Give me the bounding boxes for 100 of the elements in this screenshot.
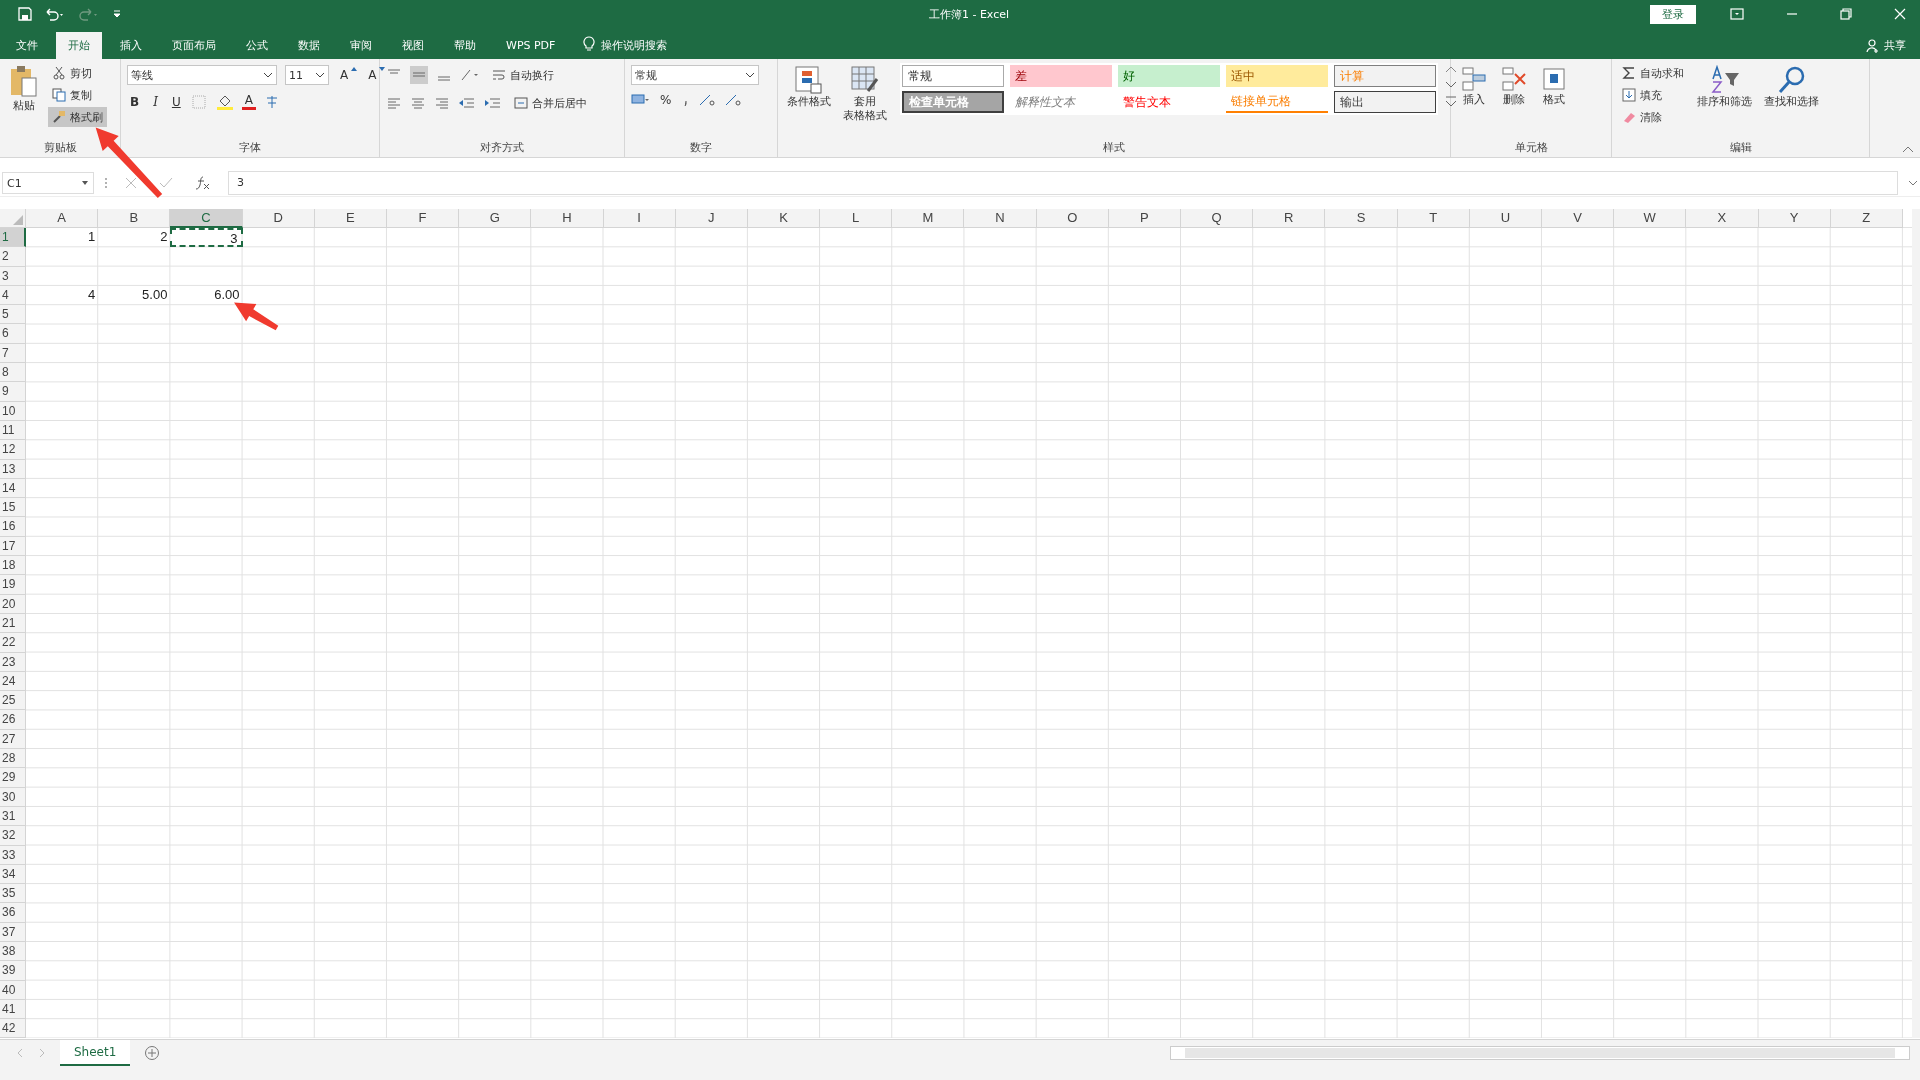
cells-button[interactable]: 插入 xyxy=(1457,63,1491,109)
ribbon-tab[interactable]: 开始 xyxy=(56,32,102,59)
close-icon[interactable] xyxy=(1894,8,1906,20)
sort-filter-button[interactable]: 排序和筛选 xyxy=(1694,63,1755,111)
column-header[interactable]: G xyxy=(459,209,532,228)
column-header[interactable]: Y xyxy=(1758,209,1831,228)
cells-button[interactable]: 删除 xyxy=(1497,63,1531,109)
row-header[interactable]: 14 xyxy=(0,478,26,499)
cell-style-option[interactable]: 输出 xyxy=(1334,91,1436,113)
row-header[interactable]: 29 xyxy=(0,768,26,788)
column-header[interactable]: Z xyxy=(1830,209,1903,228)
row-header[interactable]: 10 xyxy=(0,401,26,421)
ribbon-tab[interactable]: 视图 xyxy=(390,32,436,59)
row-header[interactable]: 6 xyxy=(0,324,26,344)
align-center-icon[interactable] xyxy=(410,96,426,110)
column-header[interactable]: N xyxy=(964,209,1037,228)
paste-button[interactable]: 粘贴 xyxy=(6,63,42,115)
row-header[interactable]: 30 xyxy=(0,787,26,807)
tell-me-search[interactable]: 操作说明搜索 xyxy=(601,32,668,59)
column-header[interactable]: H xyxy=(531,209,604,228)
drag-handle-icon[interactable] xyxy=(104,176,108,190)
fill-color-icon[interactable] xyxy=(215,93,234,110)
customize-caret-icon[interactable] xyxy=(112,9,122,19)
column-header[interactable]: S xyxy=(1325,209,1398,228)
lightbulb-icon[interactable] xyxy=(583,36,596,52)
number-format-field[interactable]: 常规 xyxy=(631,65,759,85)
column-header[interactable]: D xyxy=(242,209,315,228)
enter-check-icon[interactable] xyxy=(159,177,173,189)
ribbon-tab[interactable]: 帮助 xyxy=(442,32,488,59)
row-header[interactable]: 34 xyxy=(0,864,26,885)
column-header[interactable]: X xyxy=(1686,209,1759,228)
expand-formula-icon[interactable] xyxy=(1908,179,1918,187)
row-header[interactable]: 18 xyxy=(0,556,26,576)
find-select-button[interactable]: 查找和选择 xyxy=(1761,63,1822,111)
row-header[interactable]: 16 xyxy=(0,517,26,537)
row-header[interactable]: 17 xyxy=(0,536,26,557)
row-header[interactable]: 8 xyxy=(0,363,26,383)
ribbon-tab[interactable]: 公式 xyxy=(234,32,280,59)
font-size-field[interactable]: 11 xyxy=(285,65,329,85)
cell-style-option[interactable]: 适中 xyxy=(1226,65,1328,87)
cell-style-option[interactable]: 好 xyxy=(1118,65,1220,87)
column-header[interactable]: W xyxy=(1614,209,1687,228)
wrap-text-button[interactable]: 自动换行 xyxy=(488,65,558,85)
row-header[interactable]: 37 xyxy=(0,922,26,942)
cell-style-option[interactable]: 解释性文本 xyxy=(1010,91,1112,113)
ribbon-tab[interactable]: 插入 xyxy=(108,32,154,59)
column-header[interactable]: R xyxy=(1253,209,1326,228)
row-header[interactable]: 1 xyxy=(0,228,26,248)
align-right-icon[interactable] xyxy=(434,96,450,110)
row-header[interactable]: 25 xyxy=(0,691,26,711)
row-header[interactable]: 28 xyxy=(0,749,26,769)
orientation-icon[interactable] xyxy=(460,68,480,82)
column-header[interactable]: O xyxy=(1036,209,1109,228)
merge-center-button[interactable]: 合并后居中 xyxy=(510,93,591,113)
row-header[interactable]: 22 xyxy=(0,633,26,653)
row-header[interactable]: 13 xyxy=(0,459,26,479)
formula-field[interactable]: 3 xyxy=(228,171,1898,195)
row-header[interactable]: 4 xyxy=(0,285,26,306)
column-header[interactable]: B xyxy=(98,209,171,228)
add-sheet-icon[interactable] xyxy=(144,1045,161,1061)
cell-style-option[interactable]: 差 xyxy=(1010,65,1112,87)
row-header[interactable]: 7 xyxy=(0,343,26,364)
cell-style-option[interactable]: 警告文本 xyxy=(1118,91,1220,113)
share-button[interactable]: 共享 xyxy=(1866,32,1906,59)
clipboard-button[interactable]: 剪切 xyxy=(48,63,107,83)
cell-style-option[interactable]: 常规 xyxy=(902,65,1004,87)
percent-button[interactable]: % xyxy=(657,93,675,107)
sheet-tab[interactable]: Sheet1 xyxy=(60,1040,131,1066)
ribbon-display-icon[interactable] xyxy=(1730,8,1744,20)
cells-button[interactable]: 格式 xyxy=(1537,63,1571,109)
column-header[interactable]: K xyxy=(747,209,821,228)
row-header[interactable]: 41 xyxy=(0,999,26,1020)
increase-indent-icon[interactable] xyxy=(484,96,502,110)
row-header[interactable]: 5 xyxy=(0,305,26,325)
row-header[interactable]: 31 xyxy=(0,806,26,827)
row-header[interactable]: 32 xyxy=(0,826,26,846)
column-header[interactable]: I xyxy=(603,209,676,228)
row-header[interactable]: 12 xyxy=(0,440,26,460)
shrink-font-button[interactable]: A xyxy=(365,68,380,82)
clear-button[interactable]: 清除 xyxy=(1618,107,1688,127)
middle-align-icon[interactable] xyxy=(410,66,428,84)
decrease-decimal-icon[interactable] xyxy=(724,93,743,107)
format-as-table-button[interactable]: 套用 表格格式 xyxy=(840,63,890,125)
clipboard-button[interactable]: 复制 xyxy=(48,85,107,105)
ribbon-tab[interactable]: WPS PDF xyxy=(494,32,568,59)
decrease-indent-icon[interactable] xyxy=(458,96,476,110)
vertical-scrollbar[interactable] xyxy=(1912,209,1920,1039)
column-header[interactable]: M xyxy=(892,209,965,228)
column-header[interactable]: A xyxy=(26,209,99,228)
column-header[interactable]: C xyxy=(170,209,243,228)
redo-icon[interactable] xyxy=(78,7,100,21)
row-header[interactable]: 2 xyxy=(0,247,26,267)
name-box[interactable]: C1 xyxy=(2,172,94,194)
row-header[interactable]: 39 xyxy=(0,961,26,981)
currency-icon[interactable] xyxy=(631,93,649,107)
column-header[interactable]: L xyxy=(820,209,893,228)
row-header[interactable]: 11 xyxy=(0,420,26,441)
row-header[interactable]: 15 xyxy=(0,498,26,518)
restore-icon[interactable] xyxy=(1840,8,1852,20)
row-header[interactable]: 27 xyxy=(0,729,26,749)
